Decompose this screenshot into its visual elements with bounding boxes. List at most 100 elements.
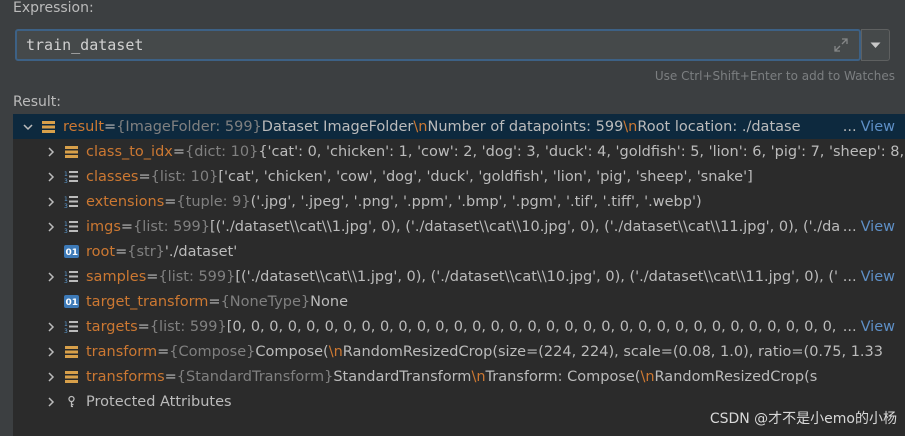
attr-name: result: [63, 118, 105, 135]
attr-type: {list: 599}: [133, 218, 210, 235]
view-link[interactable]: ... View: [838, 314, 895, 339]
result-tree[interactable]: result = {ImageFolder: 599} Dataset Imag…: [13, 114, 905, 436]
equals-sign: =: [157, 343, 170, 360]
attr-type: {dict: 10}: [185, 143, 259, 160]
str-icon: 01: [64, 244, 79, 259]
view-link[interactable]: ... View: [838, 214, 895, 239]
svg-text:3: 3: [64, 228, 68, 234]
result-root-row[interactable]: result = {ImageFolder: 599} Dataset Imag…: [13, 114, 905, 139]
view-link[interactable]: ... View: [838, 264, 895, 289]
tree-row-targets[interactable]: 13 targets = {list: 599} [0, 0, 0, 0, 0,…: [13, 314, 905, 339]
view-link[interactable]: ... View: [838, 114, 895, 139]
svg-text:1: 1: [64, 171, 68, 178]
chevron-down-icon: [870, 37, 881, 53]
tree-row-transform[interactable]: transform = {Compose} Compose( \n Random…: [13, 339, 905, 364]
escape-newline: \n: [328, 343, 343, 360]
attr-value: RandomResizedCrop(size=(224, 224), scale…: [342, 343, 883, 360]
chevron-right-icon[interactable]: [46, 146, 56, 157]
equals-sign: =: [172, 143, 186, 160]
equals-sign: =: [208, 293, 221, 310]
none-icon: 01: [64, 294, 79, 309]
attr-value: [0, 0, 0, 0, 0, 0, 0, 0, 0, 0, 0, 0, 0, …: [226, 318, 888, 335]
object-icon: [64, 344, 79, 359]
attr-name: extensions: [86, 193, 165, 210]
svg-text:3: 3: [64, 203, 68, 209]
attr-value: Dataset ImageFolder: [261, 118, 414, 135]
attr-name: classes: [86, 168, 139, 185]
equals-sign: =: [164, 368, 177, 385]
attr-name: transform: [86, 343, 158, 360]
escape-newline: \n: [413, 118, 428, 135]
chevron-right-icon[interactable]: [46, 396, 56, 407]
svg-text:1: 1: [64, 321, 68, 328]
svg-text:3: 3: [64, 328, 68, 334]
attr-type: {list: 10}: [150, 168, 219, 185]
chevron-right-icon[interactable]: [46, 371, 56, 382]
attr-name: imgs: [86, 218, 121, 235]
tree-row-imgs[interactable]: 13 imgs = {list: 599} [('./dataset\\cat\…: [13, 214, 905, 239]
attr-name: class_to_idx: [86, 143, 173, 160]
attr-name: transforms: [86, 368, 165, 385]
escape-newline: \n: [640, 368, 655, 385]
attr-type: {ImageFolder: 599}: [116, 118, 262, 135]
list-icon: 13: [64, 319, 79, 334]
chevron-right-icon[interactable]: [46, 346, 56, 357]
equals-sign: =: [137, 318, 150, 335]
add-to-watches-hint: Use Ctrl+Shift+Enter to add to Watches: [654, 69, 895, 83]
equals-sign: =: [138, 168, 151, 185]
tree-row-class-to-idx[interactable]: class_to_idx = {dict: 10} {'cat': 0, 'ch…: [13, 139, 905, 164]
object-icon: [64, 369, 79, 384]
svg-text:3: 3: [64, 278, 68, 284]
tree-row-classes[interactable]: 13 classes = {list: 10} ['cat', 'chicken…: [13, 164, 905, 189]
history-dropdown-button[interactable]: [861, 29, 890, 61]
chevron-right-icon[interactable]: [46, 171, 56, 182]
chevron-right-icon[interactable]: [46, 271, 56, 282]
svg-text:1: 1: [64, 271, 68, 278]
attr-value: {'cat': 0, 'chicken': 1, 'cow': 2, 'dog'…: [258, 143, 905, 160]
chevron-right-icon[interactable]: [46, 221, 56, 232]
attr-value: RandomResizedCrop(s: [654, 368, 818, 385]
equals-sign: =: [120, 218, 134, 235]
attr-value: ['cat', 'chicken', 'cow', 'dog', 'duck',…: [218, 168, 753, 185]
list-icon: 13: [64, 269, 79, 284]
expression-input-text[interactable]: train_dataset: [26, 36, 143, 54]
attr-type: {Compose}: [169, 343, 256, 360]
equals-sign: =: [115, 243, 128, 260]
equals-sign: =: [164, 193, 177, 210]
attr-value: Compose(: [255, 343, 329, 360]
attr-name: root: [86, 243, 116, 260]
tree-row-root[interactable]: 01 root = {str} './dataset': [13, 239, 905, 264]
attr-type: {tuple: 9}: [176, 193, 251, 210]
attr-name: samples: [86, 268, 147, 285]
attr-value: Root location: ./datase: [637, 118, 801, 135]
svg-text:01: 01: [66, 298, 79, 308]
attr-value: None: [310, 293, 349, 310]
tree-row-target-transform[interactable]: 01 target_transform = {NoneType} None: [13, 289, 905, 314]
attr-name: targets: [86, 318, 138, 335]
attr-type: {NoneType}: [220, 293, 311, 310]
equals-sign: =: [104, 118, 117, 135]
csdn-watermark: CSDN @才不是小emo的小杨: [709, 411, 897, 427]
attr-value: './dataset': [164, 243, 238, 260]
result-label: Result:: [13, 94, 61, 110]
expand-icon[interactable]: [833, 37, 849, 53]
svg-text:3: 3: [64, 178, 68, 184]
attr-type: {list: 599}: [158, 268, 236, 285]
escape-newline: \n: [623, 118, 638, 135]
attr-value: ('.jpg', '.jpeg', '.png', '.ppm', '.bmp'…: [250, 193, 702, 210]
chevron-down-icon[interactable]: [23, 122, 33, 132]
chevron-right-icon[interactable]: [46, 321, 56, 332]
tree-row-samples[interactable]: 13 samples = {list: 599} [('./dataset\\c…: [13, 264, 905, 289]
attr-value: [('./dataset\\cat\\1.jpg', 0), ('./datas…: [235, 268, 838, 285]
tree-row-extensions[interactable]: 13 extensions = {tuple: 9} ('.jpg', '.jp…: [13, 189, 905, 214]
tree-row-transforms[interactable]: transforms = {StandardTransform} Standar…: [13, 364, 905, 389]
chevron-right-icon[interactable]: [46, 196, 56, 207]
escape-newline: \n: [471, 368, 486, 385]
equals-sign: =: [146, 268, 159, 285]
list-icon: 13: [64, 169, 79, 184]
attr-value: Number of datapoints: 599: [427, 118, 624, 135]
expression-input[interactable]: train_dataset: [15, 29, 861, 61]
list-icon: 13: [64, 194, 79, 209]
svg-text:1: 1: [64, 221, 68, 228]
